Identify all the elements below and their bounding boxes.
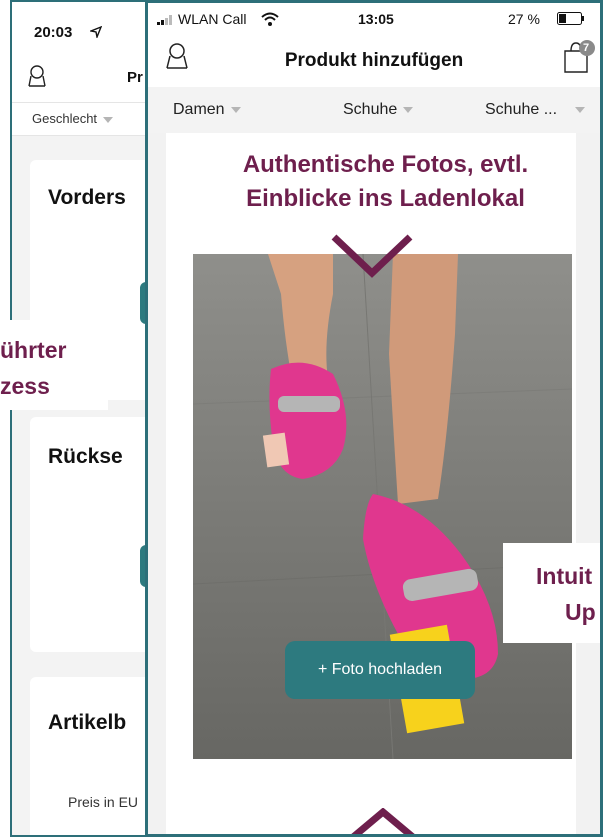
filter-category-label: Schuhe xyxy=(343,101,398,118)
back-status-time: 20:03 xyxy=(34,24,73,41)
back-status-bar: 20:03 xyxy=(12,2,158,52)
battery-icon xyxy=(557,12,587,26)
callout-guided-line1: ührter xyxy=(0,337,67,363)
wifi-icon xyxy=(261,12,279,26)
filter-category[interactable]: Schuhe xyxy=(343,101,414,119)
chevron-down-icon xyxy=(403,106,414,113)
callout-authentic-photos: Authentische Fotos, evtl. Einblicke ins … xyxy=(242,151,529,212)
carrier-label: WLAN Call xyxy=(178,11,247,27)
callout-intuitive-box xyxy=(503,543,600,643)
filter-bar: Damen Schuhe Schuhe ... xyxy=(148,87,600,134)
article-card: Artikelb Preis in EU xyxy=(30,677,158,835)
status-bar: WLAN Call 13:05 27 % xyxy=(148,3,600,35)
shopping-bag-icon[interactable] xyxy=(561,39,595,75)
front-side-title: Vorders xyxy=(48,186,126,209)
battery-label: 27 % xyxy=(508,11,540,27)
person-icon[interactable] xyxy=(26,64,48,88)
chevron-down-icon xyxy=(575,106,586,113)
filter-gender[interactable]: Damen xyxy=(173,101,241,119)
cart-count-badge: 7 xyxy=(583,42,590,54)
callout-intuitive-line2: Up xyxy=(565,599,596,625)
back-nav-bar: Pr xyxy=(12,52,158,102)
filter-gender-label: Geschlecht xyxy=(32,111,98,126)
chevron-down-icon xyxy=(330,233,414,281)
back-page-title: Pr xyxy=(127,69,143,86)
location-arrow-icon xyxy=(90,26,102,38)
filter-subcategory-label: Schuhe ... xyxy=(485,101,558,118)
filter-gender-label: Damen xyxy=(173,101,225,118)
upload-photo-button[interactable]: + Foto hochladen xyxy=(285,641,475,699)
callout-intuitive-line1: Intuit xyxy=(536,563,593,589)
price-label: Preis in EU xyxy=(68,794,139,810)
chevron-down-icon xyxy=(103,116,114,123)
back-side-title: Rückse xyxy=(48,445,123,468)
signal-icon xyxy=(157,15,173,25)
background-screenshot: 20:03 Pr Geschlecht Vorders Rückse Artik… xyxy=(10,0,160,837)
page-title: Produkt hinzufügen xyxy=(284,50,464,71)
chevron-up-icon xyxy=(348,808,418,834)
status-time: 13:05 xyxy=(358,11,394,27)
filter-gender[interactable]: Geschlecht xyxy=(32,111,114,126)
article-title: Artikelb xyxy=(48,711,127,734)
foreground-screenshot: WLAN Call 13:05 27 % Produkt hinzufügen … xyxy=(145,0,603,837)
filter-subcategory[interactable]: Schuhe ... xyxy=(485,101,586,119)
callout-guided-line2: zess xyxy=(0,373,50,399)
nav-bar: Produkt hinzufügen 7 xyxy=(148,35,600,87)
chevron-down-icon xyxy=(230,106,241,113)
back-filter-bar: Geschlecht xyxy=(12,102,158,136)
back-side-card: Rückse xyxy=(30,417,158,652)
